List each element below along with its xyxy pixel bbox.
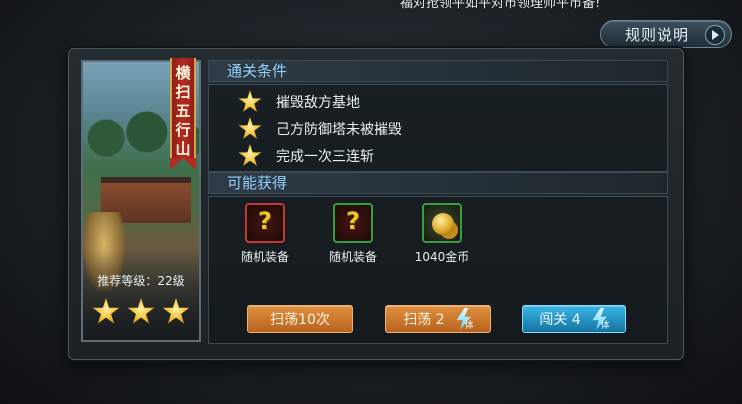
- challenge-button-label: 闯关 4: [539, 312, 581, 328]
- stage-name-char: 横: [175, 64, 191, 82]
- rules-button[interactable]: 规则说明: [600, 20, 732, 48]
- conditions-title: 通关条件: [208, 60, 668, 82]
- stamina-char: 体: [464, 321, 474, 331]
- stage-name-char: 行: [175, 121, 191, 139]
- sweep-button-label: 扫荡 2: [403, 312, 445, 328]
- condition-item: 摧毁敌方基地: [276, 95, 360, 111]
- stamina-bolt-icon: 体: [591, 308, 610, 331]
- scene-shade: [83, 250, 199, 340]
- stamina-char: 体: [600, 321, 610, 331]
- stage-name-banner: 横 扫 五 行 山: [170, 58, 196, 170]
- sweep-button[interactable]: 扫荡 2 体: [385, 305, 491, 333]
- coin-pile: [432, 213, 454, 235]
- condition-item: 己方防御塔未被摧毁: [276, 122, 402, 138]
- sweep-10-button[interactable]: 扫荡10次: [247, 305, 353, 333]
- scrolling-notice: 福对抢领平如平对市领理师平市备!: [400, 0, 601, 11]
- question-mark-icon: ?: [258, 207, 272, 235]
- reward-label: 随机装备: [240, 250, 289, 264]
- play-arrow-icon: [705, 25, 725, 45]
- recommended-level: 推荐等级：22级: [97, 274, 185, 288]
- challenge-button[interactable]: 闯关 4 体: [522, 305, 626, 333]
- stamina-bolt-icon: 体: [455, 308, 474, 331]
- stage-name-char: 五: [175, 102, 191, 120]
- random-equipment-icon[interactable]: ?: [333, 203, 373, 243]
- rules-button-label: 规则说明: [625, 25, 690, 44]
- gold-coins-icon[interactable]: [422, 203, 462, 243]
- reward-label: 1040金币: [414, 250, 470, 264]
- random-equipment-icon[interactable]: ?: [245, 203, 285, 243]
- question-mark-icon: ?: [346, 207, 360, 235]
- rewards-title: 可能获得: [208, 172, 668, 194]
- reward-label: 随机装备: [328, 250, 377, 264]
- stage-name-char: 扫: [175, 83, 191, 101]
- condition-item: 完成一次三连斩: [276, 149, 374, 165]
- stage-name-char: 山: [175, 140, 191, 158]
